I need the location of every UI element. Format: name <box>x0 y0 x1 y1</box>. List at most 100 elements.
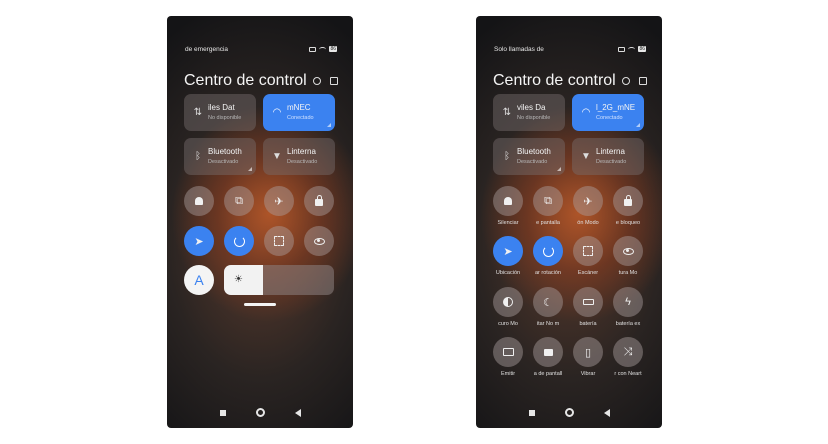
ultra-battery-saver-button[interactable]: ϟ <box>613 287 643 317</box>
bell-icon <box>195 197 203 205</box>
button-label: Escáner <box>577 270 599 276</box>
button-label: Vibrar <box>580 371 596 377</box>
recents-icon[interactable] <box>219 409 226 416</box>
reading-mode-button[interactable] <box>304 226 334 256</box>
lock-screen-button[interactable] <box>304 186 334 216</box>
brightness-slider[interactable]: ☀ <box>224 265 334 295</box>
scanner-icon <box>274 236 284 246</box>
sim-icon <box>309 46 317 52</box>
screenshot-button[interactable]: ⧉ <box>533 186 563 216</box>
button-label: e bloqueo <box>615 220 641 226</box>
expand-corner-icon <box>636 123 640 127</box>
page-title: Centro de control <box>184 72 307 89</box>
screenshot-icon: ⧉ <box>235 194 243 207</box>
reading-mode-button[interactable] <box>613 236 643 266</box>
flashlight-icon: ▼ <box>581 151 591 162</box>
edit-icon[interactable] <box>330 77 338 85</box>
button-label: batería ex <box>615 321 641 327</box>
expand-corner-icon <box>557 167 561 171</box>
battery-icon: 86 <box>638 46 646 52</box>
location-button[interactable]: ➤ <box>493 236 523 266</box>
bluetooth-icon: ᛒ <box>504 151 510 162</box>
brightness-fill <box>224 265 263 295</box>
button-label: Silenciar <box>497 220 519 226</box>
bluetooth-tile[interactable]: ᛒ Bluetooth Desactivado <box>493 138 565 175</box>
airplane-icon: ✈ <box>583 195 593 208</box>
mobile-data-tile[interactable]: ⇅ iles Dat No disponible <box>184 94 256 131</box>
screenshot-button[interactable]: ⧉ <box>224 186 254 216</box>
airplane-mode-button[interactable]: ✈ <box>264 186 294 216</box>
auto-brightness-button[interactable]: A <box>184 265 214 295</box>
moon-icon: ☾ <box>543 296 553 309</box>
wifi-icon: ◠ <box>272 107 282 118</box>
scanner-icon <box>583 246 593 256</box>
screen-record-icon <box>543 348 553 356</box>
bell-icon <box>504 197 512 205</box>
status-text: de emergencia <box>185 45 228 53</box>
back-icon[interactable] <box>603 408 610 417</box>
silent-button[interactable] <box>493 186 523 216</box>
lock-icon <box>624 195 632 206</box>
bluetooth-icon: ᛒ <box>195 151 201 162</box>
lock-screen-button[interactable] <box>613 186 643 216</box>
vibrate-icon: ▯ <box>584 346 592 359</box>
cast-button[interactable] <box>493 337 523 367</box>
flashlight-tile[interactable]: ▼ Linterna Desactivado <box>263 138 335 175</box>
button-label: itar No m <box>536 321 560 327</box>
rotation-lock-button[interactable] <box>224 226 254 256</box>
eye-icon <box>313 237 325 245</box>
button-label: r con Neart <box>614 371 642 377</box>
status-bar: Solo llamadas de 86 <box>494 44 646 54</box>
battery-saver-icon <box>582 299 594 305</box>
button-label: tura Mo <box>618 270 638 276</box>
airplane-mode-button[interactable]: ✈ <box>573 186 603 216</box>
gear-icon[interactable] <box>622 77 630 85</box>
wifi-tile[interactable]: ◠ l_2G_mNE Conectado <box>572 94 644 131</box>
dark-mode-icon <box>503 297 513 307</box>
rotation-lock-button[interactable] <box>533 236 563 266</box>
rotation-lock-icon <box>233 235 245 247</box>
button-label: batería <box>579 321 597 327</box>
recents-icon[interactable] <box>528 409 535 416</box>
bluetooth-tile[interactable]: ᛒ Bluetooth Desactivado <box>184 138 256 175</box>
nearby-share-button[interactable]: ⤨ <box>613 337 643 367</box>
navigation-bar <box>167 408 353 417</box>
button-label: curo Mo <box>498 321 518 327</box>
auto-brightness-glyph: A <box>194 272 204 288</box>
gear-icon[interactable] <box>313 77 321 85</box>
home-icon[interactable] <box>255 408 265 417</box>
back-icon[interactable] <box>294 408 301 417</box>
lock-icon <box>315 195 323 206</box>
button-label: e pantalla <box>536 220 560 226</box>
edit-icon[interactable] <box>639 77 647 85</box>
location-button[interactable]: ➤ <box>184 226 214 256</box>
button-label: Emitir <box>500 371 516 377</box>
nearby-share-icon: ⤨ <box>623 345 633 358</box>
mobile-data-tile[interactable]: ⇅ viles Da No disponible <box>493 94 565 131</box>
scanner-button[interactable] <box>264 226 294 256</box>
battery-bolt-icon: ϟ <box>625 296 631 308</box>
flashlight-icon: ▼ <box>272 151 282 162</box>
page-title: Centro de control <box>493 72 616 89</box>
sun-icon: ☀ <box>234 274 243 285</box>
drag-handle[interactable] <box>244 303 276 306</box>
do-not-disturb-button[interactable]: ☾ <box>533 287 563 317</box>
button-label: a de pantall <box>533 371 563 377</box>
screenshot-icon: ⧉ <box>544 194 552 207</box>
expand-corner-icon <box>248 167 252 171</box>
navigation-bar <box>476 408 662 417</box>
wifi-tile[interactable]: ◠ mNEC Conectado <box>263 94 335 131</box>
wifi-icon: ◠ <box>581 107 591 118</box>
location-icon: ➤ <box>503 245 513 258</box>
sim-icon <box>618 46 626 52</box>
screen-record-button[interactable] <box>533 337 563 367</box>
scanner-button[interactable] <box>573 236 603 266</box>
home-icon[interactable] <box>564 408 574 417</box>
vibrate-button[interactable]: ▯ <box>573 337 603 367</box>
dark-mode-button[interactable] <box>493 287 523 317</box>
eye-icon <box>622 247 634 255</box>
cast-icon <box>502 348 514 356</box>
flashlight-tile[interactable]: ▼ Linterna Desactivado <box>572 138 644 175</box>
battery-saver-button[interactable] <box>573 287 603 317</box>
silent-button[interactable] <box>184 186 214 216</box>
